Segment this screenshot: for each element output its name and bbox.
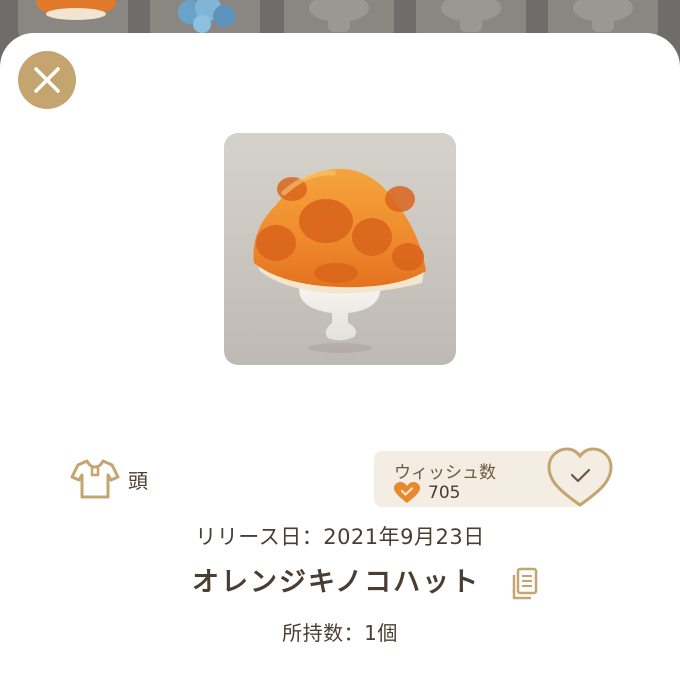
copy-icon (512, 567, 538, 600)
heart-check-outline-icon (547, 447, 613, 507)
heart-check-icon (394, 482, 420, 503)
owned-count: 1個 (364, 621, 398, 645)
item-name: オレンジキノコハット (192, 567, 481, 598)
item-detail-sheet: 頭 ウィッシュ数 705 リリース日：2021年9月23日 オレンジキノコハット… (0, 33, 680, 673)
release-date: 2021年9月23日 (323, 525, 485, 549)
release-label: リリース日： (195, 525, 324, 549)
owned-count-row: 所持数：1個 (0, 617, 680, 646)
close-icon (34, 67, 60, 93)
wish-title: ウィッシュ数 (394, 463, 496, 483)
shirt-icon (70, 459, 120, 499)
owned-label: 所持数： (282, 621, 365, 645)
wish-count: 705 (428, 483, 461, 503)
copy-button[interactable] (510, 567, 540, 601)
category-label: 頭 (128, 468, 148, 493)
orange-mushroom-hat-image (253, 168, 426, 353)
release-date-row: リリース日：2021年9月23日 (0, 521, 680, 551)
wish-count-row: 705 (394, 482, 460, 504)
wish-button[interactable] (546, 445, 614, 511)
item-image (224, 133, 456, 365)
item-category: 頭 (70, 455, 148, 503)
close-button[interactable] (18, 51, 76, 109)
